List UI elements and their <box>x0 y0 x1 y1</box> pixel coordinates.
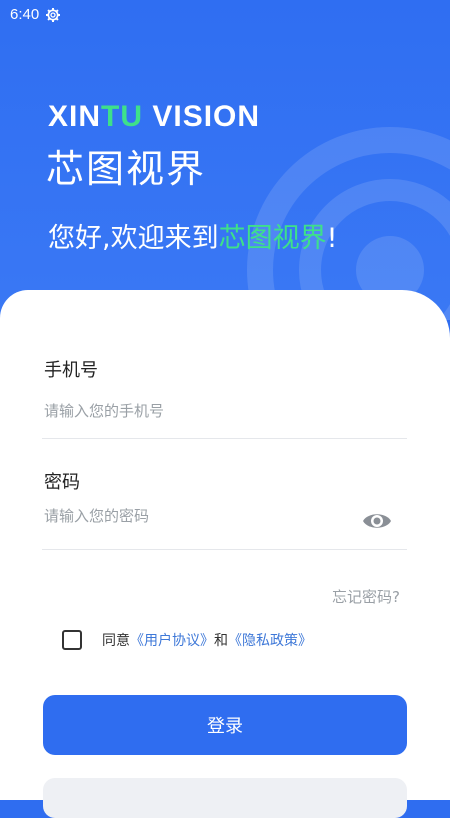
password-label: 密码 <box>44 472 80 493</box>
status-time: 6:40 <box>10 6 40 23</box>
phone-label: 手机号 <box>44 360 98 381</box>
hero-banner: 6:40 XINTU VISION 芯图视界 您好,欢迎来到芯图视界! <box>0 0 450 320</box>
password-input[interactable] <box>44 505 344 527</box>
user-agreement-link[interactable]: 《用户协议》 <box>130 630 214 650</box>
phone-input[interactable] <box>44 400 404 422</box>
login-button[interactable]: 登录 <box>43 695 407 755</box>
agree-prefix: 同意 <box>102 633 130 649</box>
phone-underline <box>42 438 407 439</box>
agree-and: 和 <box>214 633 228 649</box>
forgot-password-link[interactable]: 忘记密码? <box>332 586 400 607</box>
agreement-row: 同意 《用户协议》 和 《隐私政策》 <box>62 630 312 650</box>
brand-logo-en: XINTU VISION <box>48 100 261 133</box>
privacy-policy-link[interactable]: 《隐私政策》 <box>228 630 312 650</box>
welcome-text: 您好,欢迎来到芯图视界! <box>48 223 338 254</box>
status-bar: 6:40 <box>10 6 61 23</box>
brand-logo-cn: 芯图视界 <box>46 147 207 191</box>
agree-checkbox[interactable] <box>62 630 82 650</box>
eye-icon[interactable] <box>362 508 392 534</box>
gear-icon <box>46 7 61 22</box>
secondary-button[interactable] <box>43 778 407 818</box>
password-underline <box>42 549 407 550</box>
